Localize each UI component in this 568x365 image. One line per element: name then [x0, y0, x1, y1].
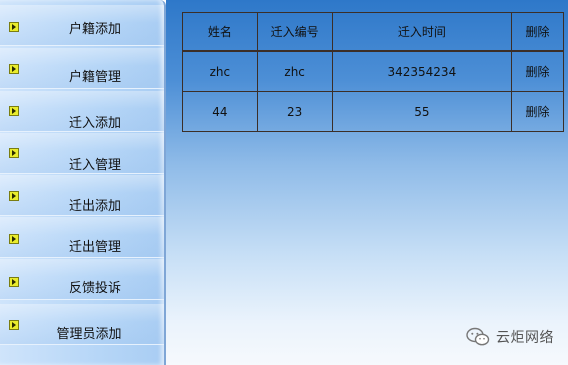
main-panel: 姓名 迁入编号 迁入时间 删除 zhc zhc 342354234 删除 44 … [166, 0, 568, 365]
arrow-bullet-icon [9, 320, 19, 330]
column-header-name: 姓名 [182, 12, 258, 52]
sidebar-item-moveout-add[interactable]: 迁出添加 [0, 175, 164, 216]
sidebar-item-moveout-manage[interactable]: 迁出管理 [0, 217, 164, 258]
arrow-bullet-icon [9, 148, 19, 158]
wechat-icon [466, 327, 490, 346]
column-header-time: 迁入时间 [331, 12, 513, 52]
cell-time: 55 [331, 91, 513, 132]
cell-number: 23 [256, 91, 333, 132]
sidebar-item-label: 迁入管理 [68, 158, 121, 173]
delete-link[interactable]: 删除 [511, 91, 564, 132]
sidebar-item-movein-add[interactable]: 迁入添加 [0, 91, 164, 132]
sidebar-item-household-add[interactable]: 户籍添加 [0, 5, 164, 46]
cell-name: zhc [182, 50, 258, 92]
sidebar-item-admin-add[interactable]: 管理员添加 [0, 304, 164, 345]
arrow-bullet-icon [9, 277, 19, 287]
sidebar-item-label: 迁出添加 [68, 199, 121, 214]
sidebar-item-label: 户籍添加 [68, 22, 121, 37]
delete-link[interactable]: 删除 [511, 50, 564, 92]
column-header-number: 迁入编号 [256, 12, 333, 52]
cell-time: 342354234 [331, 50, 513, 92]
table-row: 44 23 55 删除 [182, 91, 564, 132]
sidebar-item-label: 管理员添加 [56, 327, 122, 342]
cell-name: 44 [182, 91, 258, 132]
table-header-row: 姓名 迁入编号 迁入时间 删除 [182, 12, 564, 52]
sidebar-item-label: 迁出管理 [68, 240, 121, 255]
sidebar-item-label: 户籍管理 [68, 70, 121, 85]
sidebar-item-label: 迁入添加 [68, 116, 121, 131]
sidebar-item-feedback[interactable]: 反馈投诉 [0, 259, 164, 300]
sidebar-item-movein-manage[interactable]: 迁入管理 [0, 133, 164, 174]
arrow-bullet-icon [9, 106, 19, 116]
sidebar-item-household-manage[interactable]: 户籍管理 [0, 48, 164, 89]
watermark-text: 云炬网络 [496, 330, 554, 346]
sidebar-item-label: 反馈投诉 [68, 281, 121, 296]
table-row: zhc zhc 342354234 删除 [182, 50, 564, 92]
arrow-bullet-icon [9, 191, 19, 201]
arrow-bullet-icon [9, 234, 19, 244]
watermark: 云炬网络 [466, 326, 554, 348]
arrow-bullet-icon [9, 22, 19, 32]
arrow-bullet-icon [9, 64, 19, 74]
cell-number: zhc [256, 50, 333, 92]
sidebar-nav: 户籍添加 户籍管理 迁入添加 迁入管理 迁出添加 迁出管理 反馈投诉 管理员添加 [0, 0, 166, 365]
column-header-delete: 删除 [511, 12, 564, 52]
move-in-table: 姓名 迁入编号 迁入时间 删除 zhc zhc 342354234 删除 44 … [182, 12, 564, 132]
